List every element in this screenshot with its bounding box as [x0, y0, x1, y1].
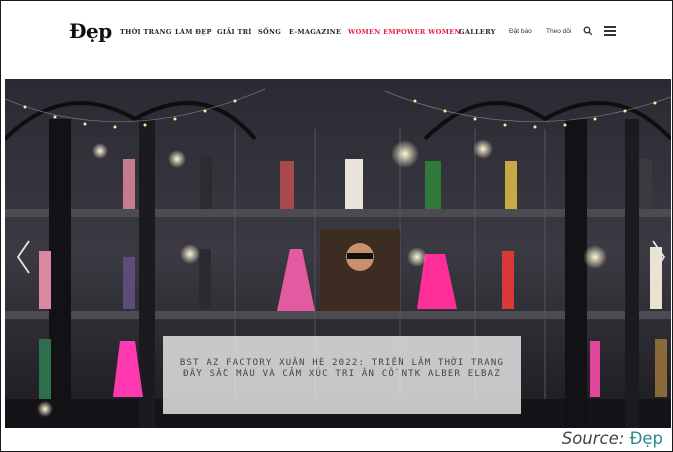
- nav-item-giai-tri[interactable]: GIẢI TRÍ: [217, 28, 252, 36]
- hero-caption-title[interactable]: BST AZ FACTORY XUÂN HÈ 2022: TRIỂN LÃM T…: [175, 358, 509, 380]
- hero-caption-line-2: ĐẦY SẮC MÀU VÀ CẢM XÚC TRI ÂN CỐ NTK ALB…: [183, 369, 501, 379]
- source-label: Source:: [561, 429, 625, 448]
- search-icon[interactable]: [583, 26, 593, 36]
- source-credit: Source: Đẹp: [562, 429, 663, 448]
- follow-link[interactable]: Theo dõi: [546, 28, 571, 35]
- site-logo[interactable]: Đẹp: [69, 19, 112, 43]
- site-header: Đẹp THỜI TRANG LÀM ĐẸP GIẢI TRÍ SỐNG E-M…: [1, 1, 672, 79]
- page-frame: Đẹp THỜI TRANG LÀM ĐẸP GIẢI TRÍ SỐNG E-M…: [0, 0, 673, 452]
- nav-item-e-magazine[interactable]: E-MAGAZINE: [289, 28, 341, 36]
- source-value: Đẹp: [629, 429, 663, 448]
- nav-item-thoi-trang[interactable]: THỜI TRANG: [120, 28, 172, 36]
- hero-caption[interactable]: BST AZ FACTORY XUÂN HÈ 2022: TRIỂN LÃM T…: [163, 336, 521, 414]
- chevron-right-icon[interactable]: [649, 239, 667, 275]
- subscribe-link[interactable]: Đặt báo: [509, 28, 532, 35]
- nav-item-song[interactable]: SỐNG: [258, 28, 281, 36]
- nav-item-gallery[interactable]: GALLERY: [459, 28, 496, 36]
- nav-item-lam-dep[interactable]: LÀM ĐẸP: [175, 28, 212, 36]
- chevron-left-icon[interactable]: [15, 239, 33, 275]
- hamburger-menu-icon[interactable]: [604, 26, 616, 36]
- hero-caption-line-1: BST AZ FACTORY XUÂN HÈ 2022: TRIỂN LÃM T…: [179, 358, 505, 368]
- nav-item-women-empower-women[interactable]: WOMEN EMPOWER WOMEN: [348, 28, 461, 36]
